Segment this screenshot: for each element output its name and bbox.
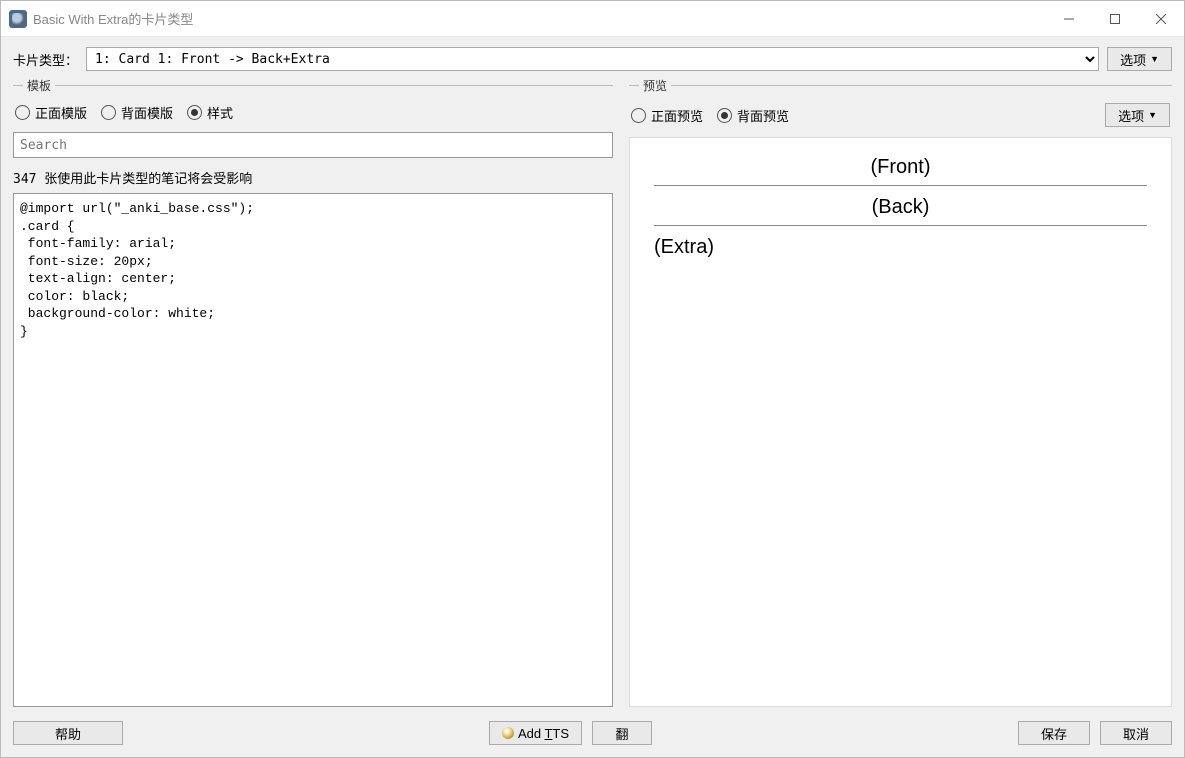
card-type-select[interactable]: 1: Card 1: Front -> Back+Extra [86, 47, 1099, 71]
divider [654, 225, 1147, 226]
radio-icon [101, 105, 116, 120]
affected-notes-label: 347 张使用此卡片类型的笔记将会受影响 [13, 158, 613, 193]
window-title: Basic With Extra的卡片类型 [33, 9, 193, 28]
minimize-button[interactable] [1046, 1, 1092, 37]
disc-icon [502, 727, 514, 739]
maximize-button[interactable] [1092, 1, 1138, 37]
flip-button[interactable]: 翻 [592, 721, 652, 745]
radio-front-preview[interactable]: 正面预览 [631, 106, 703, 125]
save-button[interactable]: 保存 [1018, 721, 1090, 745]
help-button[interactable]: 帮助 [13, 721, 123, 745]
radio-icon-selected [187, 105, 202, 120]
footer: 帮助 Add TTS 翻 保存 取消 [13, 707, 1172, 757]
radio-icon-selected [717, 108, 732, 123]
radio-icon [15, 105, 30, 120]
card-type-label: 卡片类型： [13, 50, 78, 69]
app-icon [9, 10, 27, 28]
radio-back-template[interactable]: 背面模版 [101, 103, 173, 122]
radio-icon [631, 108, 646, 123]
preview-legend: 预览 [639, 77, 671, 94]
preview-extra: (Extra) [654, 236, 1147, 259]
template-legend: 模板 [23, 77, 55, 94]
titlebar: Basic With Extra的卡片类型 [1, 1, 1184, 37]
preview-panel: 预览 正面预览 背面预览 选项▼ (Front) [629, 79, 1172, 707]
preview-radio-row: 正面预览 背面预览 选项▼ [629, 89, 1172, 137]
radio-back-preview[interactable]: 背面预览 [717, 106, 789, 125]
radio-style[interactable]: 样式 [187, 103, 233, 122]
preview-pane: (Front) (Back) (Extra) [629, 137, 1172, 707]
preview-options-button[interactable]: 选项▼ [1105, 103, 1170, 127]
styling-textarea[interactable] [13, 193, 613, 707]
chevron-down-icon: ▼ [1150, 54, 1159, 64]
card-type-row: 卡片类型： 1: Card 1: Front -> Back+Extra 选项▼ [13, 47, 1172, 71]
card-type-options-button[interactable]: 选项▼ [1107, 47, 1172, 71]
divider [654, 185, 1147, 186]
radio-front-template[interactable]: 正面模版 [15, 103, 87, 122]
template-panel: 模板 正面模版 背面模版 样式 347 张使用此卡片类型的笔记将会受影响 [13, 79, 613, 707]
search-input[interactable] [13, 132, 613, 158]
close-button[interactable] [1138, 1, 1184, 37]
preview-back: (Back) [654, 196, 1147, 219]
cancel-button[interactable]: 取消 [1100, 721, 1172, 745]
chevron-down-icon: ▼ [1148, 110, 1157, 120]
template-radio-row: 正面模版 背面模版 样式 [13, 89, 613, 132]
add-tts-button[interactable]: Add TTS [489, 721, 582, 745]
preview-front: (Front) [654, 156, 1147, 179]
